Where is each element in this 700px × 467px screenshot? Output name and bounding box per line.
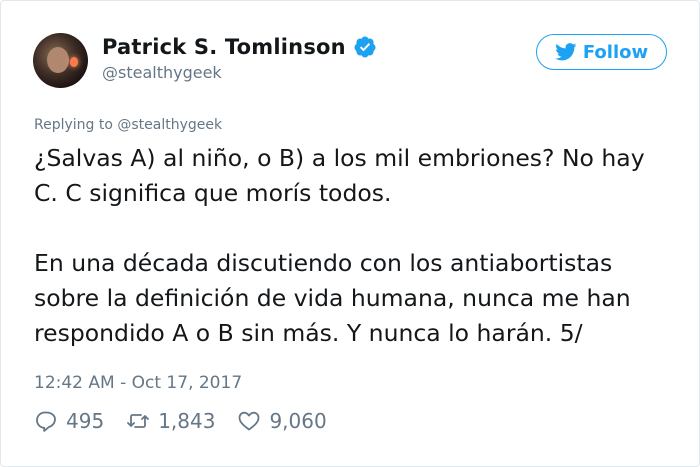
tweet-card: Patrick S. Tomlinson @stealthygeek Follo… <box>0 0 700 467</box>
tweet-text: ¿Salvas A) al niño, o B) a los mil embri… <box>34 141 674 351</box>
retweet-button[interactable]: 1,843 <box>126 409 215 433</box>
like-button[interactable]: 9,060 <box>237 409 327 433</box>
reply-button[interactable]: 495 <box>34 409 104 433</box>
like-count: 9,060 <box>269 409 327 433</box>
verified-badge-icon <box>354 36 376 58</box>
tweet-line: sobre la definición de vida humana, nunc… <box>34 284 631 312</box>
follow-label: Follow <box>582 41 649 63</box>
replying-to[interactable]: Replying to @stealthygeek <box>34 117 222 133</box>
retweet-count: 1,843 <box>158 409 216 433</box>
author-handle[interactable]: @stealthygeek <box>102 63 222 82</box>
tweet-line: respondido A o B sin más. Y nunca lo har… <box>34 319 583 347</box>
tweet-line: C. C significa que morís todos. <box>34 179 392 207</box>
avatar[interactable] <box>33 33 88 88</box>
heart-icon <box>239 411 260 431</box>
twitter-bird-icon <box>555 43 577 61</box>
tweet-timestamp[interactable]: 12:42 AM - Oct 17, 2017 <box>34 373 242 393</box>
follow-button[interactable]: Follow <box>536 34 667 70</box>
author-name-row: Patrick S. Tomlinson <box>102 35 377 59</box>
retweet-icon <box>127 414 150 428</box>
reply-icon <box>36 411 56 432</box>
tweet-line: ¿Salvas A) al niño, o B) a los mil embri… <box>34 144 645 172</box>
author-display-name[interactable]: Patrick S. Tomlinson <box>102 35 346 59</box>
tweet-line: En una década discutiendo con los antiab… <box>34 249 613 277</box>
reply-count: 495 <box>66 409 105 433</box>
avatar-face <box>47 47 69 73</box>
avatar-light <box>70 57 78 67</box>
tweet-actions: 495 1,843 9,060 <box>34 409 349 433</box>
